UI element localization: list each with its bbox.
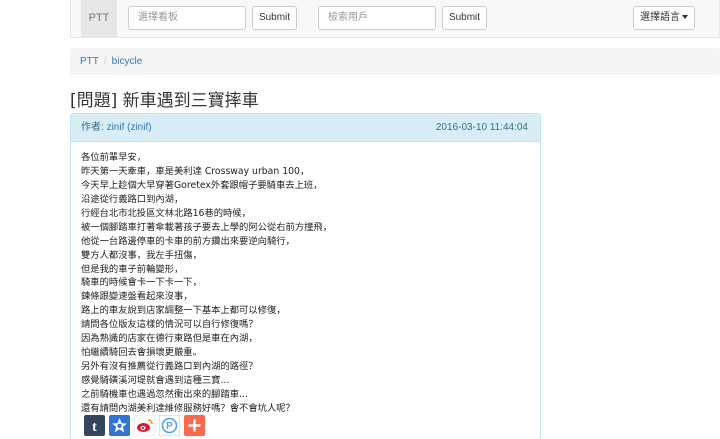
- post-line: 因為熟識的店家在德行東路但是車在內湖，: [81, 333, 258, 345]
- breadcrumb-board-link[interactable]: bicycle: [112, 56, 143, 67]
- addthis-icon[interactable]: [184, 415, 205, 436]
- user-submit-button[interactable]: Submit: [442, 6, 487, 30]
- post-line: 他從一台路邊停車的卡車的前方鑽出來要逆向騎行，: [81, 235, 295, 247]
- post-line: 行經台北市北投區文林北路16巷的時候，: [81, 207, 251, 219]
- post-line: 各位前輩早安，: [81, 152, 147, 163]
- post-header: 作者: zinif (zinif) 2016-03-10 11:44:04: [71, 114, 540, 142]
- post-date: 2016-03-10 11:44:04: [435, 122, 528, 133]
- caret-down-icon: [682, 15, 688, 19]
- post-line: 之前騎機車也遇過忽然衝出來的腳踏車...: [81, 388, 248, 400]
- svg-text:t: t: [92, 420, 97, 435]
- post-line: 鍊條跟變速盤看起來沒事，: [81, 291, 193, 303]
- post-line: 還有請問內湖美利達維修服務好嗎？會不會坑人呢？: [81, 402, 295, 414]
- breadcrumb-home-link[interactable]: PTT: [80, 56, 99, 67]
- breadcrumb-separator: /: [103, 56, 107, 67]
- tumblr-icon[interactable]: t: [84, 415, 105, 436]
- plurk-icon[interactable]: P: [159, 415, 180, 436]
- post-line: 騎車的時候會卡一下卡一下，: [81, 277, 202, 289]
- post-body: 各位前輩早安， 昨天第一天牽車，車是美利達 Crossway urban 100，…: [81, 151, 536, 416]
- post-line: 請問各位版友這樣的情況可以自行修復嗎？: [81, 319, 258, 331]
- post-line: 另外有沒有推薦從行義路口到內湖的路徑？: [81, 361, 258, 373]
- delicious-icon[interactable]: [109, 415, 130, 436]
- post-line: 昨天第一天牽車，車是美利達 Crossway urban 100，: [81, 165, 310, 177]
- post-line: 被一個腳踏車打著傘載著孩子要去上學的阿公從右前方撞飛，: [81, 221, 333, 233]
- user-search-input[interactable]: 檢索用戶: [318, 6, 436, 30]
- navbar: PTT 選擇看板 Submit 檢索用戶 Submit 選擇語言: [70, 0, 720, 38]
- weibo-icon[interactable]: [134, 415, 155, 436]
- post-line: 但是我的車子前輪變形，: [81, 263, 184, 275]
- author-label: 作者:: [81, 122, 104, 133]
- language-dropdown-button[interactable]: 選擇語言: [633, 6, 695, 30]
- post-line: 雙方人都沒事，我左手扭傷，: [81, 249, 202, 261]
- post-line: 怕繼續騎回去會損壞更嚴重。: [81, 347, 202, 359]
- post-line: 今天早上趁個大早穿著Goretex外套跟帽子要騎車去上班，: [81, 179, 323, 191]
- board-search-input[interactable]: 選擇看板: [128, 6, 246, 30]
- brand-link[interactable]: PTT: [81, 0, 117, 37]
- author-link[interactable]: zinif (zinif): [107, 122, 152, 133]
- post-title: [問題] 新車遇到三寶摔車: [70, 91, 259, 111]
- post-line: 路上的車友說到店家調整一下基本上都可以修復，: [81, 305, 286, 317]
- breadcrumb: PTT / bicycle: [70, 48, 720, 75]
- post-panel: 作者: zinif (zinif) 2016-03-10 11:44:04 各位…: [70, 113, 541, 439]
- svg-text:P: P: [166, 421, 173, 432]
- board-submit-button[interactable]: Submit: [252, 6, 297, 30]
- language-button-label: 選擇語言: [640, 12, 680, 23]
- post-line: 沿途從行義路口到內湖，: [81, 193, 184, 205]
- post-line: 感覺騎磺溪河堤就會遇到這種三寶...: [81, 375, 230, 386]
